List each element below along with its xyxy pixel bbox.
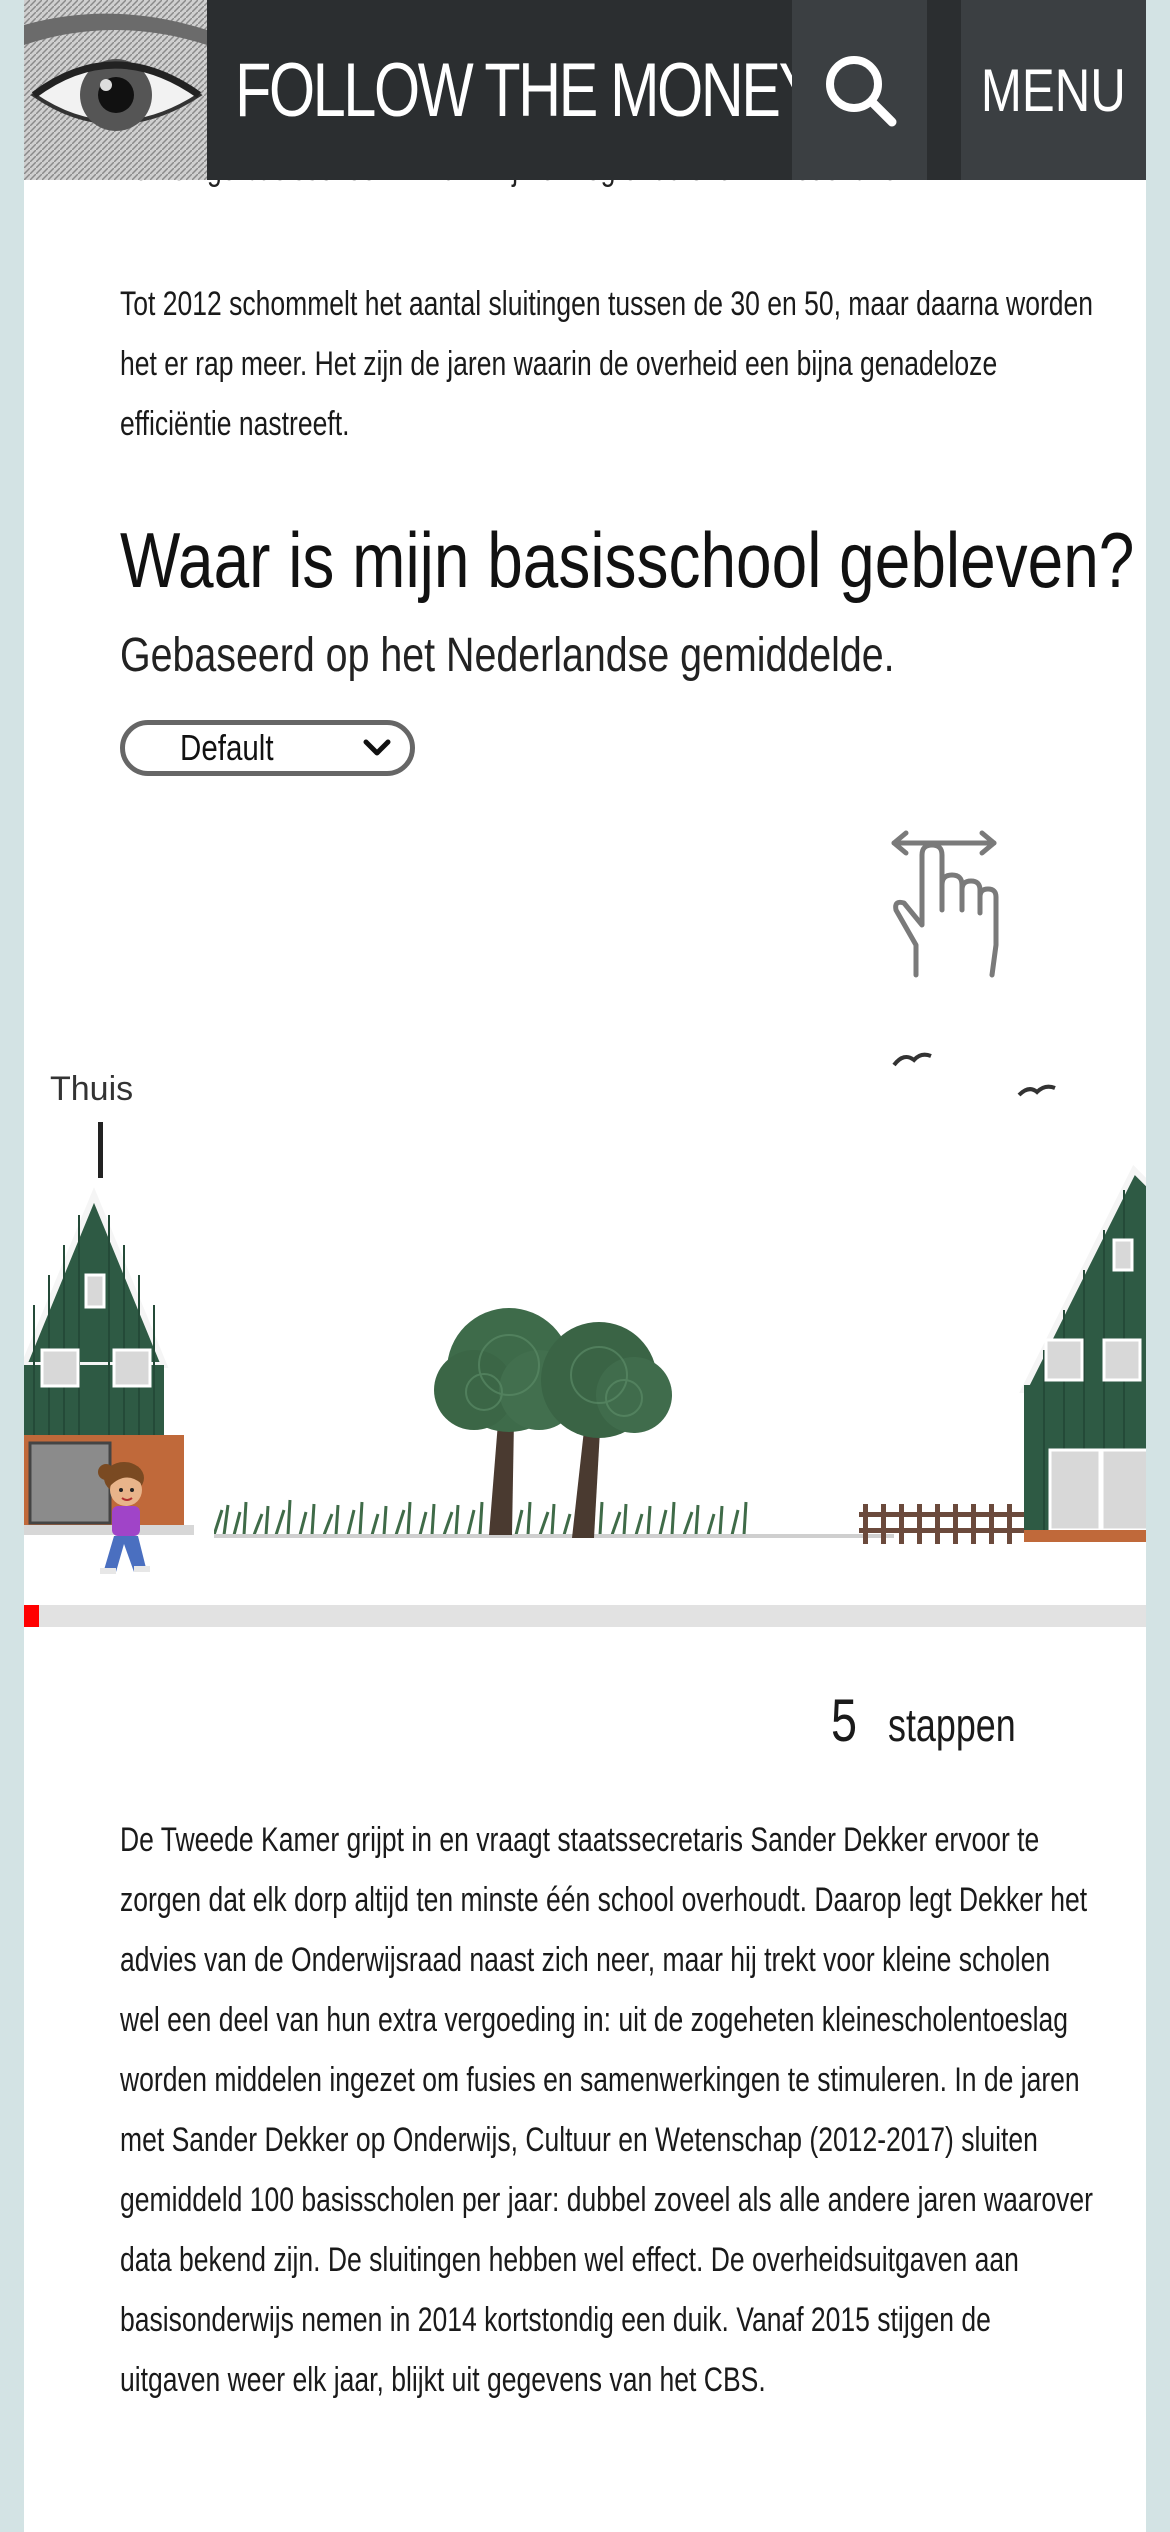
birds-illustration: [892, 1052, 1056, 1097]
eye-logo-image[interactable]: [24, 0, 207, 180]
menu-button[interactable]: MENU: [961, 0, 1146, 180]
header-spacer: [927, 0, 961, 180]
home-label: Thuis: [50, 1070, 134, 1108]
home-marker-line: [98, 1122, 103, 1178]
section-subtitle: Gebaseerd op het Nederlandse gemiddelde.: [120, 629, 895, 682]
chevron-down-icon: [363, 739, 391, 756]
swipe-hand-icon: [891, 830, 999, 978]
scroll-progress-bar: [24, 1605, 1146, 1627]
page: FOLLOW THE MONEY MENU hun enige basissch…: [24, 0, 1146, 2532]
average-select[interactable]: Default: [120, 720, 415, 776]
article-paragraph-1: Tot 2012 schommelt het aantal sluitingen…: [120, 285, 1094, 443]
search-icon: [825, 56, 896, 127]
scroll-scene[interactable]: Thuis: [24, 800, 1146, 1600]
menu-label: MENU: [981, 56, 1126, 124]
scroll-progress-fill: [24, 1605, 39, 1627]
site-logo-link[interactable]: FOLLOW THE MONEY: [207, 0, 792, 180]
site-header: FOLLOW THE MONEY MENU: [24, 0, 1146, 180]
right-house-illustration: [1019, 1164, 1146, 1542]
steps-counter: 5 stappen: [831, 1686, 1052, 1755]
site-logo-text: FOLLOW THE MONEY: [235, 47, 792, 133]
girl-character: [98, 1462, 150, 1574]
search-button[interactable]: [792, 0, 927, 180]
fence-illustration: [859, 1504, 1029, 1544]
select-value: Default: [180, 727, 274, 768]
article-paragraph-2: De Tweede Kamer grijpt in en vraagt staa…: [120, 1821, 1094, 2399]
steps-label: stappen: [888, 1699, 1016, 1751]
section-heading: Waar is mijn basisschool gebleven?: [120, 516, 1135, 604]
steps-count: 5: [830, 1687, 857, 1754]
trees-illustration: [434, 1308, 672, 1538]
